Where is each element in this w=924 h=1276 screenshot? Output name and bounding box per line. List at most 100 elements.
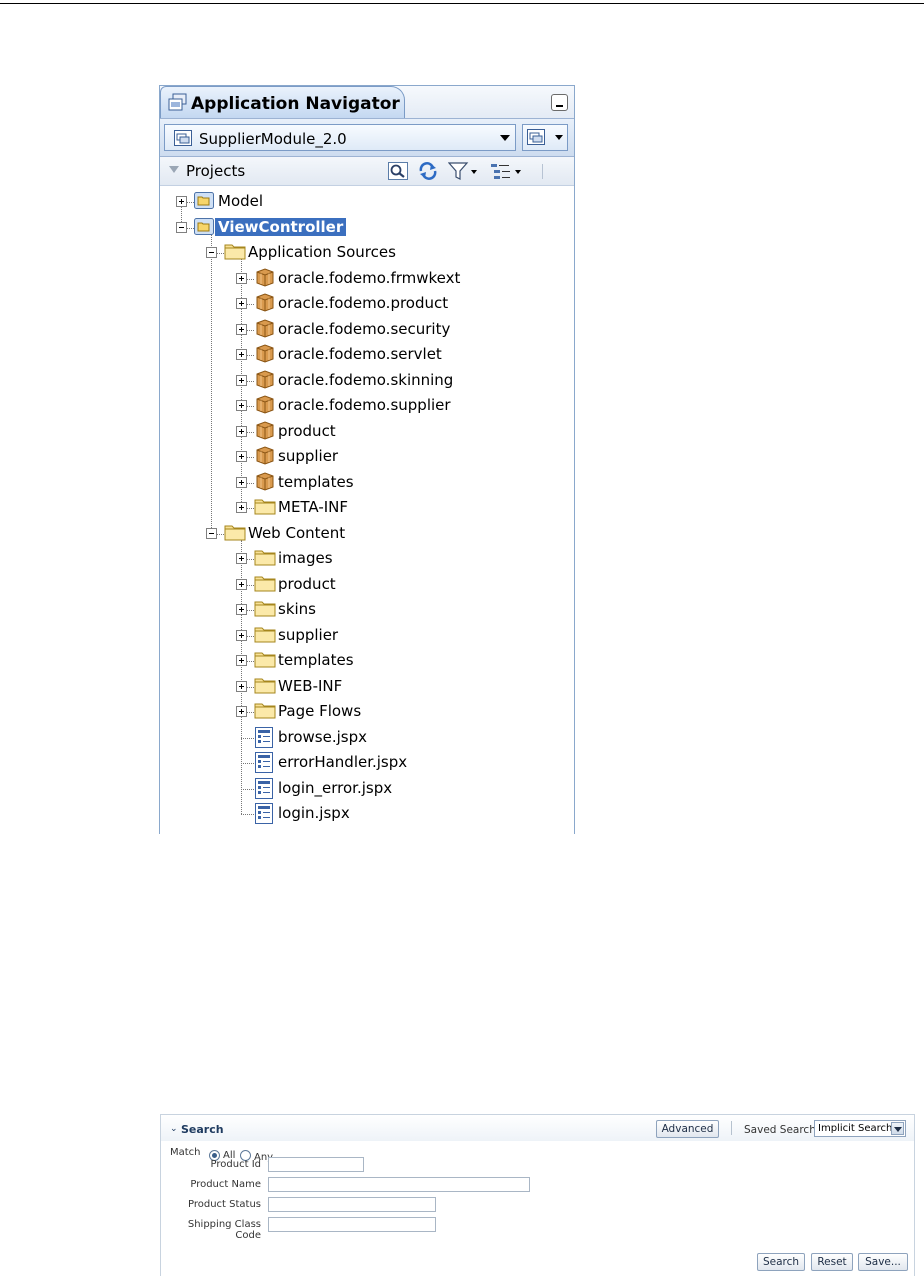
tree-node-label: product: [278, 574, 336, 593]
expand-icon[interactable]: [236, 706, 247, 717]
tree-node[interactable]: oracle.fodemo.supplier: [236, 394, 540, 418]
tree-node[interactable]: Application Sources: [206, 241, 540, 265]
filter-icon[interactable]: [448, 162, 478, 180]
tree-node[interactable]: Web Content: [206, 522, 540, 546]
toolbar-divider: [542, 164, 543, 179]
save-button[interactable]: Save...: [858, 1253, 908, 1271]
tree-node-label: Model: [218, 192, 264, 210]
expand-icon[interactable]: [236, 604, 247, 615]
tree-node[interactable]: Page Flows: [236, 700, 540, 724]
tree-connector: [247, 304, 254, 305]
tree-node[interactable]: oracle.fodemo.product: [236, 292, 540, 316]
expand-icon[interactable]: [236, 272, 247, 284]
tree-connector: [187, 227, 194, 229]
shipping-class-code-label: Shipping Class Code: [187, 1219, 261, 1241]
product-status-input[interactable]: [268, 1197, 436, 1212]
expand-icon[interactable]: [236, 680, 247, 692]
tree-node[interactable]: oracle.fodemo.servlet: [236, 343, 540, 367]
collapse-icon[interactable]: [206, 527, 217, 539]
tree-connector: [247, 355, 254, 356]
tree-node-label: templates: [278, 472, 354, 491]
minimize-button[interactable]: [551, 94, 568, 111]
chevron-down-icon: [500, 135, 510, 141]
tree-connector: [241, 763, 254, 764]
module-dropdown[interactable]: SupplierModule_2.0: [164, 124, 516, 151]
tree-node[interactable]: product: [236, 573, 540, 597]
expand-icon[interactable]: [236, 425, 247, 437]
expand-icon[interactable]: [236, 655, 247, 666]
advanced-button[interactable]: Advanced: [656, 1120, 719, 1138]
shipping-class-code-input[interactable]: [268, 1217, 436, 1232]
tree-connector: [247, 406, 254, 407]
expand-icon[interactable]: [176, 196, 187, 207]
tree-connector: [247, 610, 254, 611]
chevron-down-icon: [891, 1122, 904, 1135]
tree-node[interactable]: login_error.jspx: [236, 777, 540, 801]
tree-node[interactable]: WEB-INF: [236, 675, 540, 699]
tree-node[interactable]: login.jspx: [236, 802, 540, 826]
package-icon: [254, 344, 276, 367]
expand-icon[interactable]: [236, 553, 247, 564]
package-icon: [254, 446, 276, 469]
tree-node-label: browse.jspx: [278, 727, 367, 746]
tree-connector: [247, 278, 254, 280]
project-folder-icon: [194, 191, 214, 214]
folder-icon: [224, 523, 246, 546]
tree-node[interactable]: browse.jspx: [236, 726, 540, 750]
tree-node[interactable]: oracle.fodemo.security: [236, 318, 540, 342]
expand-icon[interactable]: [236, 476, 247, 488]
expand-icon[interactable]: [236, 323, 247, 335]
reset-button[interactable]: Reset: [811, 1253, 853, 1271]
project-folder-icon: [194, 217, 214, 240]
collapse-icon[interactable]: [206, 247, 217, 258]
tree-node[interactable]: oracle.fodemo.frmwkext: [236, 267, 540, 291]
collapse-chevron-icon[interactable]: ⌄: [170, 1124, 178, 1134]
tree-node[interactable]: oracle.fodemo.skinning: [236, 369, 540, 393]
tree-node[interactable]: Model: [176, 190, 540, 214]
chevron-down-icon: [555, 135, 563, 140]
product-name-input[interactable]: [268, 1177, 530, 1192]
expand-icon[interactable]: [236, 349, 247, 360]
jspx-file-icon: [254, 777, 274, 803]
expand-icon[interactable]: [236, 451, 247, 462]
application-menu-button[interactable]: [522, 124, 568, 151]
tree-node[interactable]: supplier: [236, 445, 540, 469]
tree-connector: [241, 788, 254, 790]
tree-node[interactable]: META-INF: [236, 496, 540, 520]
application-menu-icon: [527, 129, 545, 145]
projects-toolbar: Projects: [160, 157, 574, 186]
tree-node[interactable]: ViewController: [176, 216, 540, 240]
tree-connector: [187, 202, 194, 203]
tree-node-label: supplier: [278, 625, 339, 644]
saved-search-select[interactable]: Implicit Search: [814, 1120, 906, 1137]
saved-search-label: Saved Search: [744, 1124, 816, 1136]
navigator-tab[interactable]: Application Navigator: [160, 86, 405, 118]
collapse-triangle-icon[interactable]: [169, 166, 179, 173]
refresh-icon[interactable]: [417, 162, 439, 180]
tree-node[interactable]: templates: [236, 471, 540, 495]
tree-node-label: oracle.fodemo.servlet: [278, 345, 442, 363]
expand-icon[interactable]: [236, 374, 247, 386]
expand-icon[interactable]: [236, 298, 247, 309]
expand-icon[interactable]: [236, 502, 247, 513]
tree-node[interactable]: errorHandler.jspx: [236, 751, 540, 775]
collapse-icon[interactable]: [176, 221, 187, 233]
search-icon[interactable]: [388, 162, 408, 180]
tree-node[interactable]: product: [236, 420, 540, 444]
expand-icon[interactable]: [236, 578, 247, 590]
expand-icon[interactable]: [236, 629, 247, 641]
tree-node[interactable]: supplier: [236, 624, 540, 648]
tree-connector: [247, 329, 254, 331]
package-icon: [254, 293, 276, 316]
project-tree: Model ViewController Application Sources or…: [160, 186, 574, 834]
tree-node[interactable]: skins: [236, 598, 540, 622]
search-button[interactable]: Search: [757, 1253, 805, 1271]
tree-connector: [247, 380, 254, 382]
tree-node[interactable]: templates: [236, 649, 540, 673]
product-id-input[interactable]: [268, 1157, 364, 1172]
sort-options-icon[interactable]: [490, 162, 526, 180]
tree-node[interactable]: images: [236, 547, 540, 571]
tree-node-label: Web Content: [248, 523, 346, 542]
tree-connector: [247, 635, 254, 637]
expand-icon[interactable]: [236, 400, 247, 411]
